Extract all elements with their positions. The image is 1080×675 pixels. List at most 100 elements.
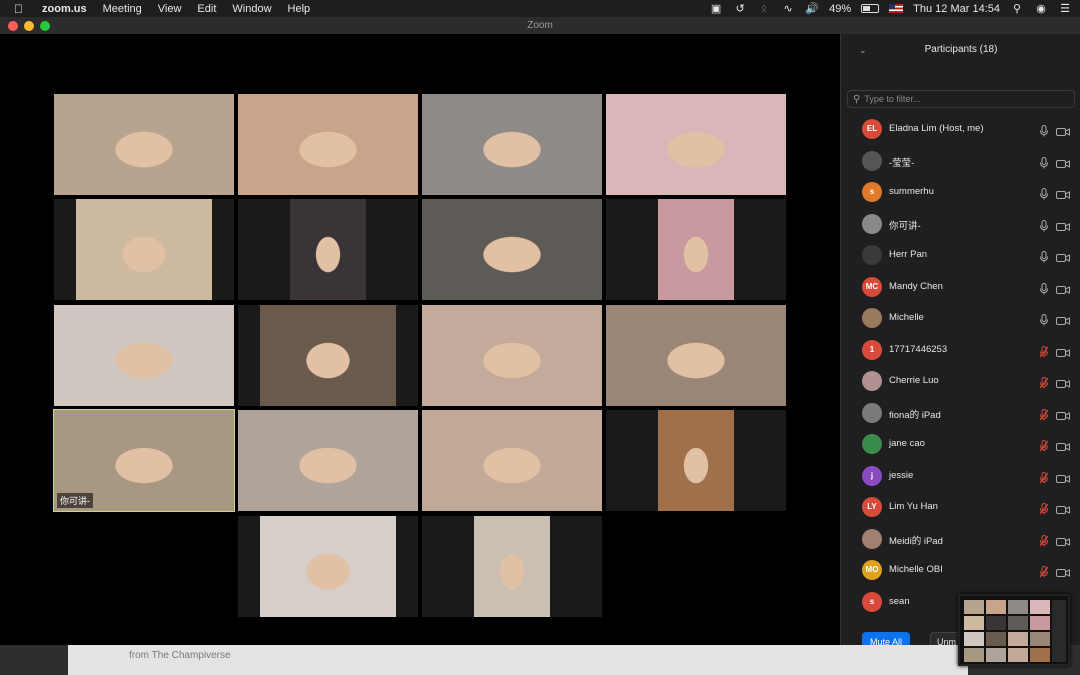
video-tile[interactable] (606, 94, 786, 195)
video-feed (422, 305, 602, 406)
menu-help[interactable]: Help (288, 3, 311, 15)
thumbnail-grid (964, 600, 1050, 662)
participant-filter[interactable]: ⚲ (847, 90, 1075, 108)
siri-icon[interactable]: ◉ (1034, 3, 1048, 15)
filter-input[interactable] (864, 94, 1065, 104)
video-tile[interactable] (238, 410, 418, 511)
video-camera-icon[interactable] (1056, 502, 1070, 514)
participant-name: jessie (889, 469, 914, 481)
mic-muted-icon[interactable] (1039, 471, 1049, 483)
participant-row[interactable]: j jessie (841, 461, 1080, 492)
mic-icon[interactable] (1039, 313, 1048, 326)
apple-menu-icon[interactable]:  (14, 2, 28, 16)
thumbnail-tile (1008, 600, 1028, 614)
video-camera-icon[interactable] (1056, 534, 1070, 546)
video-tile[interactable] (422, 410, 602, 511)
mic-icon[interactable] (1039, 282, 1048, 294)
battery-icon[interactable] (861, 4, 880, 13)
video-camera-icon[interactable] (1056, 250, 1070, 262)
video-tile[interactable] (238, 305, 418, 406)
video-tile[interactable] (606, 305, 786, 406)
video-feed (658, 410, 734, 511)
menu-view[interactable]: View (158, 3, 182, 15)
video-camera-icon[interactable] (1056, 439, 1070, 451)
mic-icon[interactable] (1039, 124, 1048, 137)
avatar (862, 308, 882, 328)
video-camera-icon[interactable] (1056, 471, 1070, 483)
menu-edit[interactable]: Edit (197, 3, 216, 15)
screenshot-thumbnail[interactable] (958, 594, 1070, 666)
volume-icon[interactable]: 🔊 (805, 3, 819, 15)
video-tile[interactable] (606, 199, 786, 300)
menu-app-name[interactable]: zoom.us (42, 3, 87, 15)
participant-row[interactable]: Michelle (841, 303, 1080, 334)
mic-muted-icon[interactable] (1039, 345, 1049, 357)
video-camera-icon[interactable] (1056, 282, 1070, 294)
participant-row[interactable]: MO Michelle OBI (841, 555, 1080, 586)
menu-meeting[interactable]: Meeting (103, 3, 142, 15)
mic-muted-icon[interactable] (1039, 565, 1049, 578)
participant-row[interactable]: jane cao (841, 429, 1080, 460)
zoom-status-icon[interactable]: ▣ (709, 3, 723, 15)
video-tile[interactable] (606, 410, 786, 511)
avatar: 1 (862, 339, 882, 360)
video-tile[interactable] (422, 516, 602, 617)
participant-name: fiona的 iPad (889, 409, 941, 421)
participant-row[interactable]: fiona的 iPad (841, 398, 1080, 429)
wifi-icon[interactable]: ∿ (781, 3, 795, 15)
mic-icon[interactable] (1039, 156, 1048, 168)
avatar: MC (862, 276, 882, 297)
thumbnail-tile (986, 600, 1006, 614)
mic-muted-icon[interactable] (1039, 408, 1049, 420)
participant-row[interactable]: 1 17717446253 (841, 335, 1080, 366)
video-tile[interactable] (54, 94, 234, 195)
notification-center-icon[interactable]: ☰ (1058, 3, 1072, 15)
video-tile[interactable] (422, 305, 602, 406)
mic-muted-icon[interactable] (1039, 439, 1049, 452)
video-tile[interactable] (238, 94, 418, 195)
video-feed (290, 199, 366, 300)
participant-row[interactable]: -莹莹- (841, 146, 1080, 177)
video-tile[interactable] (422, 199, 602, 300)
video-camera-icon[interactable] (1056, 376, 1070, 388)
video-camera-icon[interactable] (1056, 565, 1070, 577)
spotlight-search-icon[interactable]: ⚲ (1010, 3, 1024, 15)
video-tile[interactable] (238, 199, 418, 300)
participant-row[interactable]: Cherrie Luo (841, 366, 1080, 397)
mic-muted-icon[interactable] (1039, 534, 1049, 546)
menu-window[interactable]: Window (232, 3, 271, 15)
video-camera-icon[interactable] (1056, 345, 1070, 357)
bluetooth-icon[interactable]: ᛟ (757, 3, 771, 15)
video-feed (260, 516, 396, 617)
battery-percent[interactable]: 49% (829, 3, 851, 15)
participant-row[interactable]: 你可讲- (841, 209, 1080, 240)
video-tile[interactable] (238, 516, 418, 617)
participant-row[interactable]: Herr Pan (841, 240, 1080, 271)
search-icon: ⚲ (853, 93, 861, 105)
participant-row[interactable]: s summerhu (841, 177, 1080, 208)
active-speaker-name: 你可讲- (57, 493, 93, 508)
mic-muted-icon[interactable] (1039, 502, 1049, 515)
mic-muted-icon[interactable] (1039, 376, 1049, 389)
video-tile[interactable]: 你可讲- (53, 409, 235, 512)
menu-clock[interactable]: Thu 12 Mar 14:54 (913, 3, 1000, 15)
participant-row[interactable]: EL Eladna Lim (Host, me) (841, 114, 1080, 145)
video-tile[interactable] (422, 94, 602, 195)
mic-icon[interactable] (1039, 250, 1048, 263)
video-camera-icon[interactable] (1056, 156, 1070, 168)
time-machine-icon[interactable]: ↺ (733, 3, 747, 15)
video-camera-icon[interactable] (1056, 124, 1070, 136)
video-camera-icon[interactable] (1056, 219, 1070, 231)
participant-row[interactable]: Meidi的 iPad (841, 524, 1080, 555)
video-camera-icon[interactable] (1056, 187, 1070, 199)
input-source-flag-icon[interactable] (889, 4, 904, 13)
participant-row[interactable]: MC Mandy Chen (841, 272, 1080, 303)
mic-icon[interactable] (1039, 219, 1048, 231)
video-tile[interactable] (54, 199, 234, 300)
thumbnail-tile (964, 632, 984, 646)
participant-row[interactable]: LY Lim Yu Han (841, 492, 1080, 523)
video-camera-icon[interactable] (1056, 408, 1070, 420)
video-camera-icon[interactable] (1056, 313, 1070, 325)
video-tile[interactable] (54, 305, 234, 406)
mic-icon[interactable] (1039, 187, 1048, 200)
